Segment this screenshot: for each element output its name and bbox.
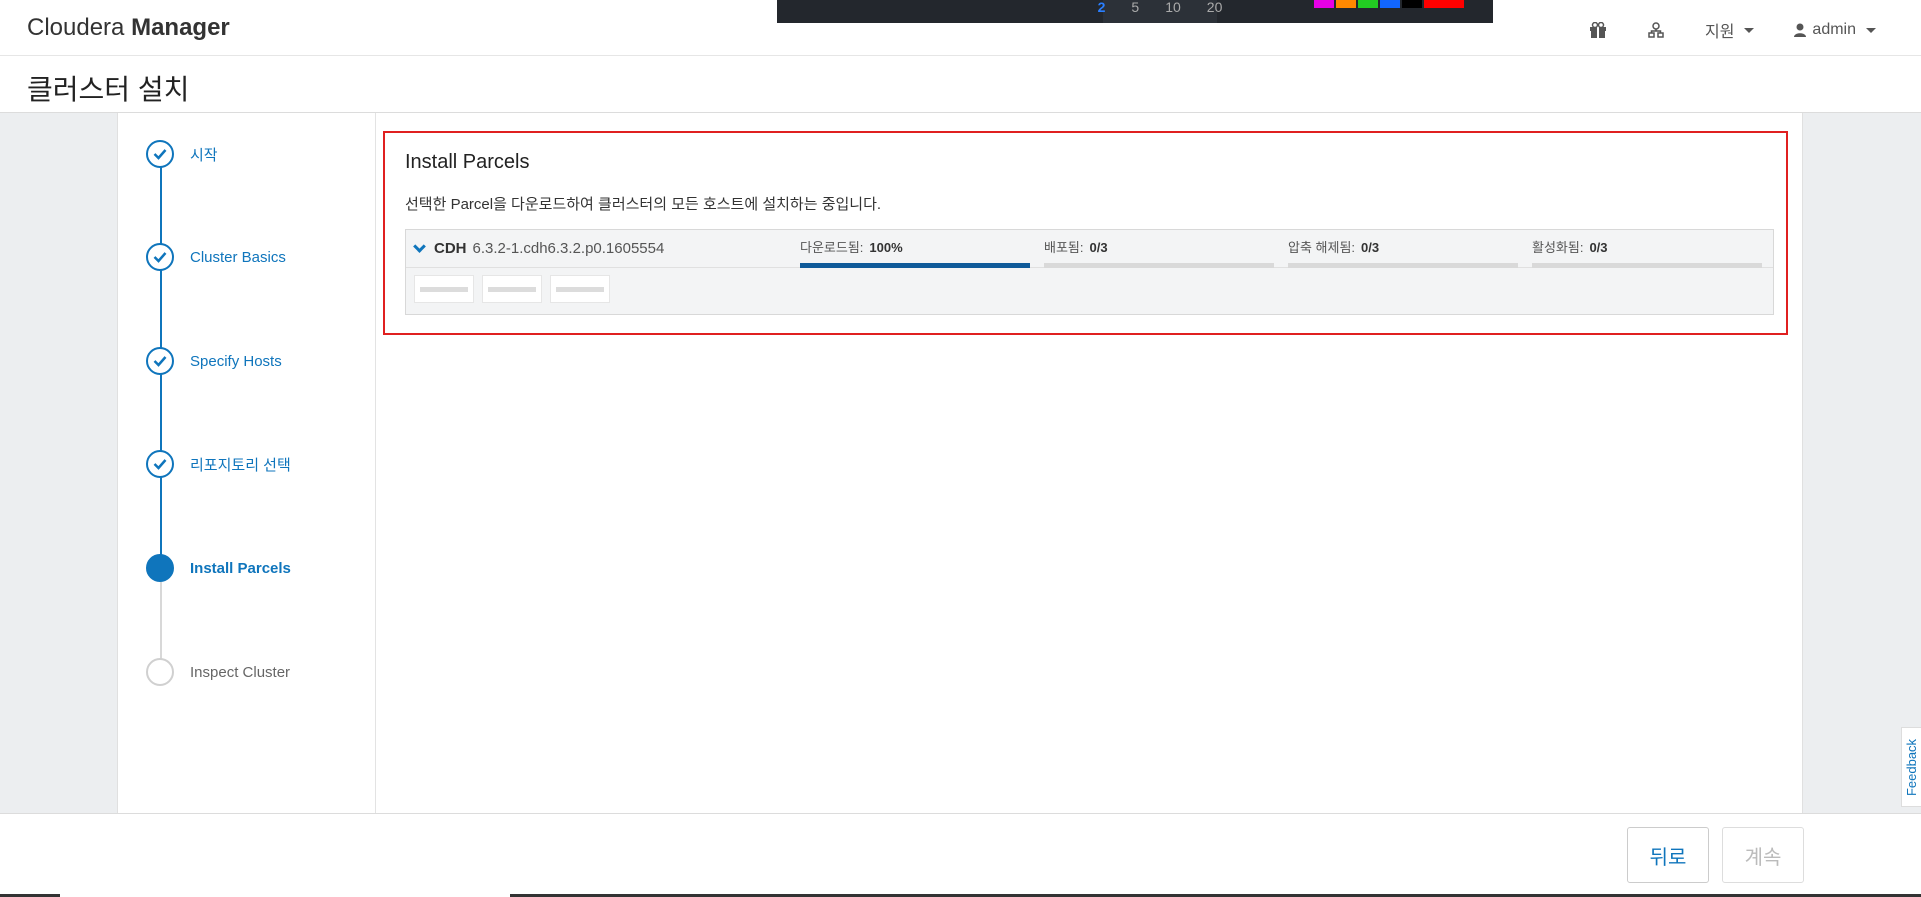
wizard-steps: 시작 Cluster Basics Specify Hosts 리포지토리 선택… bbox=[118, 113, 376, 813]
stage-label: 다운로드됨: bbox=[800, 240, 864, 255]
chevron-down-icon bbox=[413, 240, 426, 253]
section-title: Install Parcels bbox=[405, 151, 530, 173]
step-label: Inspect Cluster bbox=[190, 663, 291, 681]
loading-placeholder bbox=[482, 275, 542, 303]
parcel-name: CDH bbox=[434, 240, 467, 257]
user-icon bbox=[1794, 23, 1807, 37]
support-label: 지원 bbox=[1704, 24, 1735, 41]
current-step-icon bbox=[146, 554, 174, 582]
step-cluster-basics[interactable]: Cluster Basics bbox=[146, 243, 286, 271]
check-icon bbox=[146, 347, 174, 375]
parcel-card: CDH 6.3.2-1.cdh6.3.2.p0.1605554 다운로드됨: 10… bbox=[405, 229, 1774, 315]
stage-value: 100% bbox=[869, 240, 903, 255]
color-picker bbox=[1314, 0, 1464, 8]
host-placeholders bbox=[414, 275, 610, 303]
feedback-tab[interactable]: Feedback bbox=[1901, 727, 1921, 807]
brand-prefix: Cloudera bbox=[27, 14, 125, 41]
back-button[interactable]: 뒤로 bbox=[1627, 827, 1709, 883]
brand-logo[interactable]: Cloudera Manager bbox=[27, 14, 230, 42]
user-label: admin bbox=[1812, 21, 1856, 38]
stage-value: 0/3 bbox=[1361, 240, 1380, 255]
progress-bar bbox=[1288, 263, 1518, 268]
progress-bar bbox=[800, 263, 1030, 268]
size-option[interactable]: 2 bbox=[1098, 0, 1106, 14]
pending-step-icon bbox=[146, 658, 174, 686]
loading-placeholder bbox=[550, 275, 610, 303]
stage-value: 0/3 bbox=[1089, 240, 1108, 255]
parcel-version: 6.3.2-1.cdh6.3.2.p0.1605554 bbox=[472, 240, 665, 257]
feedback-label: Feedback bbox=[1904, 738, 1919, 796]
color-swatch-red[interactable] bbox=[1424, 0, 1464, 8]
gift-button[interactable] bbox=[1589, 22, 1607, 38]
parcel-toggle[interactable]: CDH 6.3.2-1.cdh6.3.2.p0.1605554 bbox=[413, 240, 665, 257]
stage-activated: 활성화됨: 0/3 bbox=[1532, 237, 1762, 268]
chevron-down-icon bbox=[1866, 27, 1876, 33]
section-description: 선택한 Parcel을 다운로드하여 클러스터의 모든 호스트에 설치하는 중입… bbox=[405, 196, 882, 213]
brand-bold: Manager bbox=[131, 14, 230, 41]
highlight-box: Install Parcels 선택한 Parcel을 다운로드하여 클러스터의… bbox=[383, 131, 1788, 335]
color-swatch-black[interactable] bbox=[1402, 0, 1422, 8]
network-button[interactable] bbox=[1647, 22, 1665, 38]
network-icon bbox=[1648, 22, 1664, 38]
color-swatch-green[interactable] bbox=[1358, 0, 1378, 8]
step-select-repository[interactable]: 리포지토리 선택 bbox=[146, 450, 291, 478]
check-icon bbox=[146, 140, 174, 168]
step-inspect-cluster: Inspect Cluster bbox=[146, 658, 290, 686]
stage-label: 배포됨: bbox=[1044, 240, 1084, 255]
size-option[interactable]: 5 bbox=[1131, 0, 1139, 14]
color-swatch-magenta[interactable] bbox=[1314, 0, 1334, 8]
color-swatch-orange[interactable] bbox=[1336, 0, 1356, 8]
nav-right: 지원 admin bbox=[1589, 18, 1876, 42]
loading-placeholder bbox=[414, 275, 474, 303]
gift-icon bbox=[1589, 22, 1606, 38]
step-label: 리포지토리 선택 bbox=[190, 456, 291, 474]
stage-unpacked: 압축 해제됨: 0/3 bbox=[1288, 237, 1518, 268]
stroke-size-picker: 2 5 10 20 bbox=[1098, 0, 1222, 23]
step-install-parcels: Install Parcels bbox=[146, 554, 291, 582]
stage-label: 활성화됨: bbox=[1532, 240, 1584, 255]
wizard-footer: 뒤로 계속 bbox=[0, 813, 1921, 897]
page-header: 클러스터 설치 bbox=[0, 56, 1921, 113]
step-specify-hosts[interactable]: Specify Hosts bbox=[146, 347, 282, 375]
color-swatch-blue[interactable] bbox=[1380, 0, 1400, 8]
step-label: Cluster Basics bbox=[190, 248, 286, 266]
wizard-content: Install Parcels 선택한 Parcel을 다운로드하여 클러스터의… bbox=[376, 113, 1802, 813]
progress-bar bbox=[1532, 263, 1762, 268]
stage-label: 압축 해제됨: bbox=[1288, 240, 1356, 255]
check-icon bbox=[146, 450, 174, 478]
step-label: 시작 bbox=[190, 146, 218, 164]
step-start[interactable]: 시작 bbox=[146, 140, 218, 168]
parcel-header: CDH 6.3.2-1.cdh6.3.2.p0.1605554 다운로드됨: 10… bbox=[406, 230, 1773, 268]
check-icon bbox=[146, 243, 174, 271]
stage-distributed: 배포됨: 0/3 bbox=[1044, 237, 1274, 268]
size-option[interactable]: 20 bbox=[1207, 0, 1223, 14]
stage-value: 0/3 bbox=[1589, 240, 1608, 255]
support-menu[interactable]: 지원 bbox=[1704, 18, 1755, 42]
step-label: Specify Hosts bbox=[190, 352, 282, 370]
progress-bar bbox=[1044, 263, 1274, 268]
wizard-panel: 시작 Cluster Basics Specify Hosts 리포지토리 선택… bbox=[117, 113, 1803, 813]
chevron-down-icon bbox=[1744, 27, 1755, 33]
annotation-toolbar: 2 5 10 20 bbox=[777, 0, 1493, 23]
continue-button[interactable]: 계속 bbox=[1722, 827, 1804, 883]
progress-fill bbox=[800, 263, 1030, 268]
step-label: Install Parcels bbox=[190, 559, 291, 577]
size-option[interactable]: 10 bbox=[1165, 0, 1181, 14]
user-menu[interactable]: admin bbox=[1794, 21, 1876, 39]
page-title: 클러스터 설치 bbox=[27, 74, 190, 105]
stage-downloaded: 다운로드됨: 100% bbox=[800, 237, 1030, 268]
